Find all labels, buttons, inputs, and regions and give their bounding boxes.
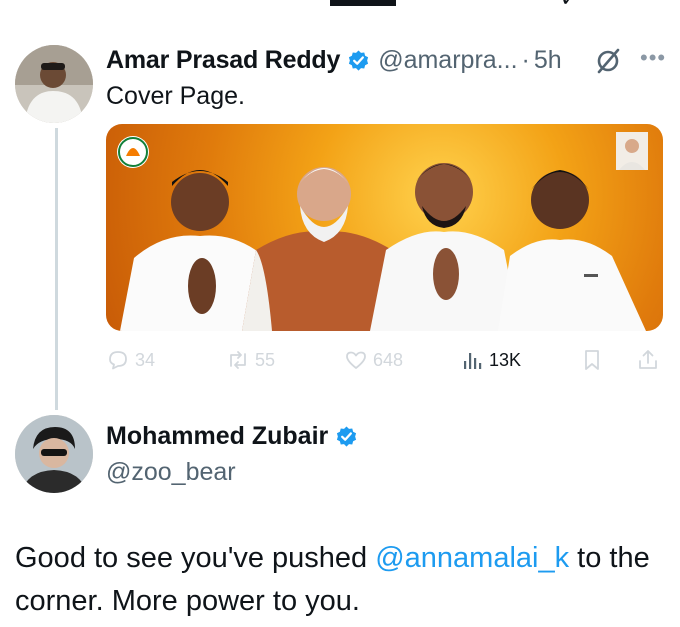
mention-link[interactable]: @annamalai_k bbox=[375, 542, 569, 574]
avatar[interactable] bbox=[15, 45, 93, 123]
avatar-image bbox=[15, 415, 93, 493]
views-button[interactable]: 13K bbox=[460, 344, 521, 376]
separator-dot: · bbox=[521, 45, 530, 74]
tweet-text: Cover Page. bbox=[106, 82, 245, 110]
verified-badge-icon bbox=[349, 49, 369, 71]
avatar-image bbox=[15, 45, 93, 123]
retweet-icon bbox=[230, 351, 246, 369]
timestamp[interactable]: 5h bbox=[534, 46, 562, 75]
display-name[interactable]: Amar Prasad Reddy bbox=[106, 46, 340, 75]
handle[interactable]: @zoo_bear bbox=[106, 458, 236, 487]
view-count: 13K bbox=[489, 349, 522, 370]
tweet-image[interactable] bbox=[106, 124, 663, 331]
tweet-header: Amar Prasad Reddy @amarpra... · 5h bbox=[106, 40, 562, 80]
tweet-text-before: Good to see you've pushed bbox=[15, 542, 376, 574]
like-count: 648 bbox=[373, 349, 404, 370]
like-button[interactable]: 648 bbox=[344, 344, 403, 376]
heart-icon bbox=[346, 351, 366, 369]
share-button[interactable] bbox=[636, 344, 665, 376]
grok-icon[interactable] bbox=[594, 47, 622, 75]
cover-photo-graphic bbox=[117, 132, 648, 331]
bookmark-button[interactable] bbox=[580, 344, 609, 376]
reply-count: 34 bbox=[135, 349, 156, 370]
avatar[interactable] bbox=[15, 415, 93, 493]
tweet-text: Good to see you've pushed @annamalai_k t… bbox=[15, 537, 670, 623]
tweet-actions: 34 55 648 13K bbox=[106, 344, 666, 376]
handle[interactable]: @amarpra... bbox=[378, 46, 517, 75]
verified-badge-icon bbox=[337, 426, 357, 447]
bookmark-icon bbox=[585, 350, 599, 370]
reply-icon bbox=[109, 351, 127, 370]
retweet-button[interactable]: 55 bbox=[226, 344, 275, 376]
reply-button[interactable]: 34 bbox=[106, 344, 155, 376]
previous-tweet-edge: ▬▬▬ ✓ bbox=[0, 0, 680, 10]
views-chart-icon bbox=[464, 353, 482, 369]
display-name[interactable]: Mohammed Zubair bbox=[106, 422, 328, 451]
tweet-header: Mohammed Zubair bbox=[106, 422, 358, 451]
share-icon bbox=[639, 350, 657, 369]
thread-line bbox=[55, 128, 58, 410]
retweet-count: 55 bbox=[255, 349, 276, 370]
